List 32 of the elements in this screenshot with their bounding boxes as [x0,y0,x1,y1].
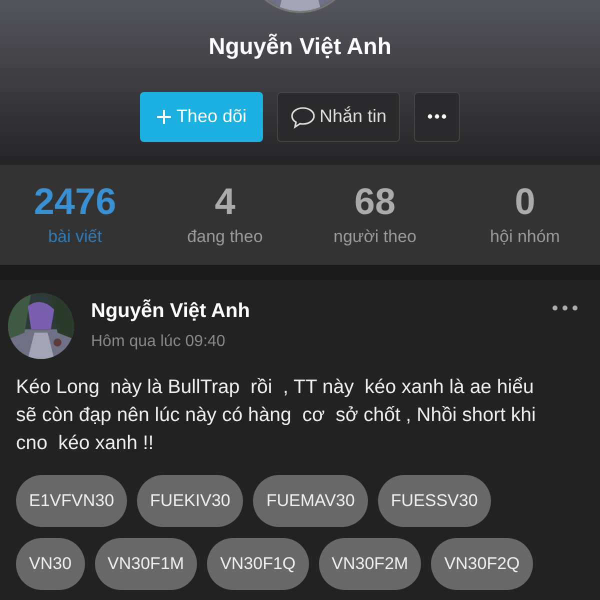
ticker-tag[interactable]: VN30 [16,538,85,590]
more-button[interactable] [414,92,460,142]
chat-bubble-icon [290,104,316,128]
post-text: Kéo Long này là BullTrap rồi , TT này kéo xanh là ae hiểu sẽ còn đạp nên lúc này có hàng cơ sở chốt , Nhồi short khi cno kéo xanh !! [16,375,537,456]
more-icon[interactable] [552,305,578,311]
plus-icon [156,108,172,124]
stat-value: 0 [514,180,536,224]
message-button[interactable]: Nhắn tin [276,92,400,142]
ticker-tag[interactable]: VN30F2M [318,538,422,590]
stat-label: bài viết [48,226,102,248]
stat-value: 2476 [34,180,116,224]
ticker-tag[interactable]: FUESSV30 [378,475,491,527]
stat-item[interactable]: 68 người theo [300,180,450,250]
follow-button[interactable]: Theo dõi [140,92,262,142]
stat-label: hội nhóm [490,226,560,248]
stat-item[interactable]: 4 đang theo [150,180,300,250]
ticker-tag[interactable]: FUEKIV30 [137,475,244,527]
stat-value: 68 [354,180,396,224]
stat-item[interactable]: 0 hội nhóm [450,180,600,250]
profile-name: Nguyễn Việt Anh [208,32,392,61]
stat-item[interactable]: 2476 bài viết [0,180,150,250]
stat-label: người theo [333,226,417,248]
stat-label: đang theo [187,226,263,248]
ticker-tag[interactable]: FUEMAV30 [253,475,368,527]
ticker-tag[interactable]: VN30F1M [94,538,198,590]
stat-value: 4 [214,180,236,224]
more-icon [426,114,447,119]
ticker-tag[interactable]: VN30F2Q [431,538,533,590]
post-author[interactable]: Nguyễn Việt Anh [91,296,552,326]
ticker-tag[interactable]: E1VFVN30 [16,475,128,527]
ticker-tag[interactable]: VN30F1Q [207,538,309,590]
post-time: Hôm qua lúc 09:40 [91,332,226,352]
